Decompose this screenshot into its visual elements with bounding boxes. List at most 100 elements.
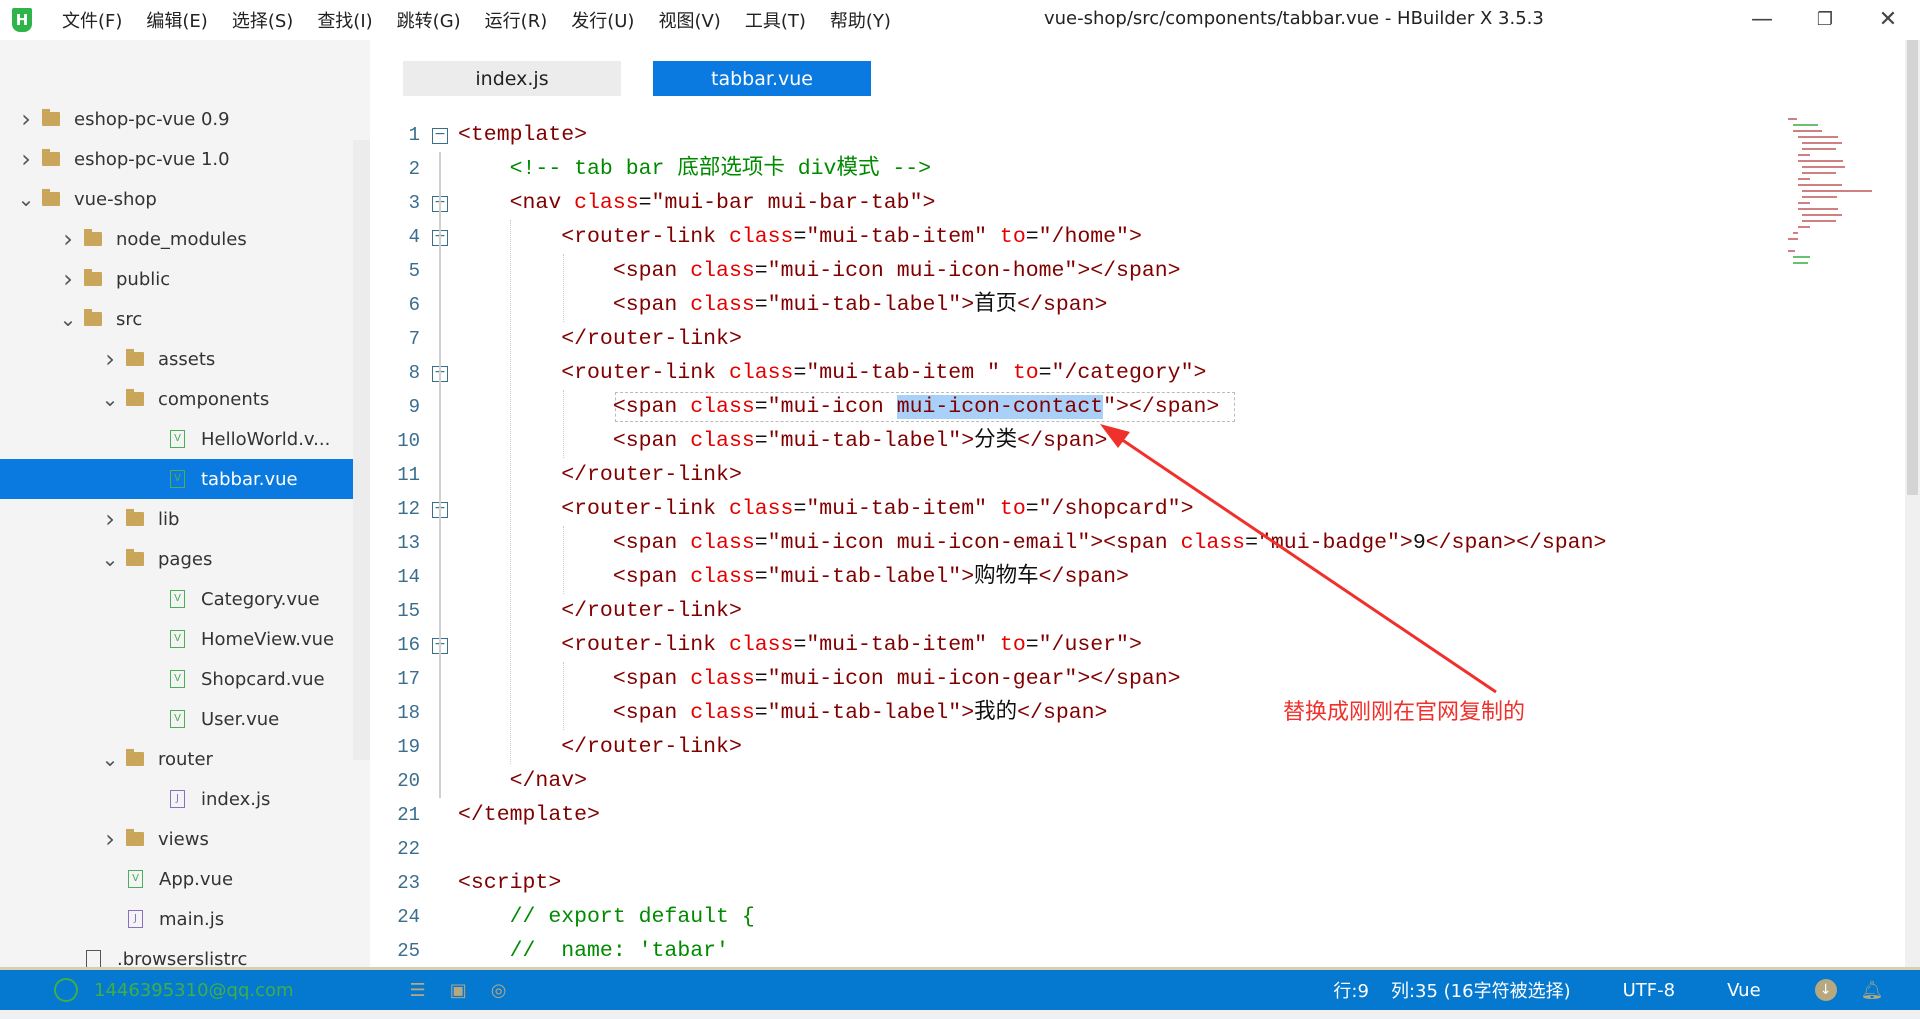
chevron-right-icon[interactable]: › xyxy=(16,145,36,173)
cursor-column[interactable]: 列:35 (16字符被选择) xyxy=(1391,977,1571,1003)
chevron-right-icon[interactable]: › xyxy=(16,105,36,133)
tree-item[interactable]: V Shopcard.vue xyxy=(0,659,353,699)
folder-icon xyxy=(84,229,102,246)
menu-item[interactable]: 编辑(E) xyxy=(146,7,207,33)
code-line[interactable]: <!-- tab bar 底部选项卡 div模式 --> xyxy=(458,152,931,186)
chevron-down-icon[interactable]: ⌄ xyxy=(16,187,36,211)
code-line[interactable]: <span class="mui-tab-label">首页</span> xyxy=(458,288,1108,322)
tab-tabbar-vue[interactable]: tabbar.vue xyxy=(653,61,871,96)
tree-item[interactable]: V Category.vue xyxy=(0,579,353,619)
menu-item[interactable]: 运行(R) xyxy=(485,7,548,33)
tree-item[interactable]: › node_modules xyxy=(0,219,353,259)
tree-item[interactable]: ⌄ pages xyxy=(0,539,353,579)
tree-item[interactable]: ⌄ router xyxy=(0,739,353,779)
terminal-icon[interactable]: ▣ xyxy=(450,980,467,1001)
folder-icon xyxy=(84,309,102,326)
tree-item[interactable]: ⌄ src xyxy=(0,299,353,339)
close-button[interactable]: ✕ xyxy=(1868,4,1908,36)
code-line[interactable]: </router-link> xyxy=(458,322,742,356)
tree-item[interactable]: › lib xyxy=(0,499,353,539)
code-line[interactable]: <span class="mui-tab-label">购物车</span> xyxy=(458,560,1129,594)
code-line[interactable]: // export default { xyxy=(458,900,755,934)
tree-item[interactable]: Jmain.js xyxy=(0,899,353,939)
scrollbar-thumb[interactable] xyxy=(1907,40,1918,495)
menu-item[interactable]: 文件(F) xyxy=(62,7,122,33)
tree-item[interactable]: V HelloWorld.v... xyxy=(0,419,353,459)
menu-item[interactable]: 跳转(G) xyxy=(397,7,461,33)
tree-item[interactable]: Vtabbar.vue xyxy=(0,459,353,499)
cursor-line[interactable]: 行:9 xyxy=(1333,977,1369,1003)
tree-item[interactable]: ⌄ components xyxy=(0,379,353,419)
code-line[interactable]: <script> xyxy=(458,866,561,900)
sidebar-scrollbar[interactable] xyxy=(353,140,370,760)
tree-item[interactable]: V HomeView.vue xyxy=(0,619,353,659)
chevron-down-icon[interactable]: ⌄ xyxy=(100,747,120,771)
code-line[interactable]: <router-link class="mui-tab-item" to="/u… xyxy=(458,628,1142,662)
tree-item[interactable]: › assets xyxy=(0,339,353,379)
menu-item[interactable]: 帮助(Y) xyxy=(830,7,891,33)
menu-item[interactable]: 工具(T) xyxy=(745,7,806,33)
code-line[interactable]: <nav class="mui-bar mui-bar-tab"> xyxy=(458,186,936,220)
menu-item[interactable]: 选择(S) xyxy=(232,7,293,33)
user-account[interactable]: 1446395310@qq.com xyxy=(94,980,294,1001)
tree-item-label: components xyxy=(158,388,270,410)
tree-item[interactable]: Jindex.js xyxy=(0,779,353,819)
code-line[interactable]: <router-link class="mui-tab-item" to="/s… xyxy=(458,492,1193,526)
download-icon[interactable]: ↓ xyxy=(1814,979,1837,1001)
code-line[interactable]: <router-link class="mui-tab-item" to="/h… xyxy=(458,220,1142,254)
chevron-right-icon[interactable]: › xyxy=(58,225,78,253)
code-line[interactable]: </template> xyxy=(458,798,600,832)
tree-item[interactable]: V User.vue xyxy=(0,699,353,739)
tree-item[interactable]: › eshop-pc-vue 0.9 xyxy=(0,99,353,139)
code-line[interactable]: <span class="mui-icon mui-icon-email"><s… xyxy=(458,526,1607,560)
tree-item[interactable]: › views xyxy=(0,819,353,859)
tab-index-js[interactable]: index.js xyxy=(403,61,621,96)
code-line[interactable]: <span class="mui-icon mui-icon-gear"></s… xyxy=(458,662,1181,696)
minimap[interactable] xyxy=(1788,118,1904,418)
minimap-line xyxy=(1802,214,1842,216)
code-line[interactable]: <router-link class="mui-tab-item " to="/… xyxy=(458,356,1206,390)
minimize-button[interactable]: — xyxy=(1742,4,1782,36)
line-number: 13 xyxy=(397,532,420,554)
code-line[interactable]: // name: 'tabar' xyxy=(458,934,729,967)
code-line[interactable]: <span class="mui-icon mui-icon-home"></s… xyxy=(458,254,1181,288)
code-line[interactable]: <span class="mui-tab-label">我的</span> xyxy=(458,696,1108,730)
selected-text[interactable]: mui-icon-contact xyxy=(896,395,1104,419)
code-editor[interactable]: 1− <template> 2 <!-- tab bar 底部选项卡 div模式 -… xyxy=(370,118,1785,967)
menu-item[interactable]: 查找(I) xyxy=(317,7,372,33)
code-line[interactable]: </router-link> xyxy=(458,730,742,764)
menu-item[interactable]: 发行(U) xyxy=(571,7,634,33)
encoding[interactable]: UTF-8 xyxy=(1623,980,1675,1001)
language-mode[interactable]: Vue xyxy=(1727,980,1761,1001)
chevron-right-icon[interactable]: › xyxy=(100,825,120,853)
bell-icon[interactable]: 🔔︎ xyxy=(1861,980,1884,1001)
chevron-right-icon[interactable]: › xyxy=(100,345,120,373)
preview-icon[interactable]: ◎ xyxy=(491,980,507,1001)
tree-item[interactable]: › public xyxy=(0,259,353,299)
code-line[interactable]: </router-link> xyxy=(458,594,742,628)
menu-item[interactable]: 视图(V) xyxy=(658,7,720,33)
chevron-down-icon[interactable]: ⌄ xyxy=(100,547,120,571)
code-line[interactable]: </router-link> xyxy=(458,458,742,492)
tree-item[interactable]: › eshop-pc-vue 1.0 xyxy=(0,139,353,179)
tree-item-label: User.vue xyxy=(201,708,280,730)
tree-item[interactable]: .browserslistrc xyxy=(0,939,353,967)
code-line[interactable]: <span class="mui-icon mui-icon-contact">… xyxy=(458,390,1219,424)
tree-item-label: Shopcard.vue xyxy=(201,668,325,690)
chevron-down-icon[interactable]: ⌄ xyxy=(58,307,78,331)
code-line[interactable]: <span class="mui-tab-label">分类</span> xyxy=(458,424,1108,458)
code-line[interactable]: </nav> xyxy=(458,764,587,798)
user-avatar-icon[interactable] xyxy=(54,978,78,1002)
outline-icon[interactable]: ☰ xyxy=(410,980,426,1001)
line-number: 24 xyxy=(397,906,420,928)
chevron-down-icon[interactable]: ⌄ xyxy=(100,387,120,411)
code-line[interactable]: <template> xyxy=(458,118,587,152)
line-number: 7 xyxy=(408,328,420,350)
chevron-right-icon[interactable]: › xyxy=(58,265,78,293)
tree-item[interactable]: V App.vue xyxy=(0,859,353,899)
editor-scrollbar[interactable] xyxy=(1905,40,1920,967)
restore-button[interactable]: ❐ xyxy=(1805,4,1845,36)
tree-item[interactable]: ⌄ vue-shop xyxy=(0,179,353,219)
chevron-right-icon[interactable]: › xyxy=(100,505,120,533)
fold-toggle-icon[interactable]: − xyxy=(432,127,448,144)
